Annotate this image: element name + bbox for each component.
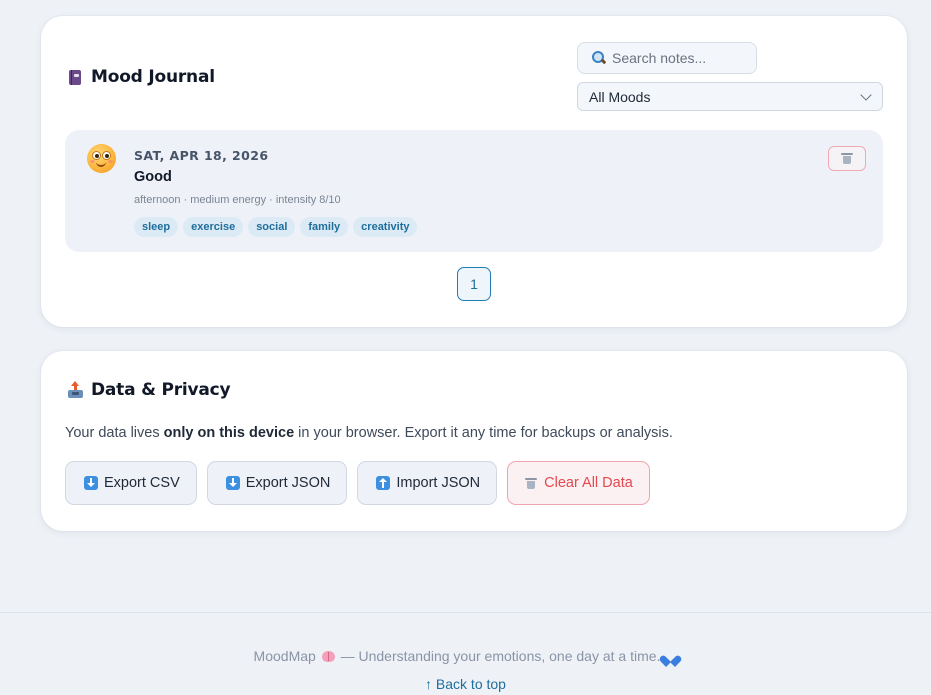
journal-title: Mood Journal <box>67 67 215 87</box>
privacy-text-end: in your browser. Export it any time for … <box>294 425 673 441</box>
privacy-description: Your data lives only on this device in y… <box>65 425 673 441</box>
mood-filter-select[interactable]: All Moods <box>577 82 883 111</box>
down-arrow-icon <box>84 476 98 490</box>
tag-family: family <box>300 217 349 237</box>
journal-entry: SAT, APR 18, 2026 Good afternoon · mediu… <box>65 130 883 252</box>
footer-brand: MoodMap <box>253 648 316 664</box>
down-arrow-icon <box>225 476 240 490</box>
privacy-text-bold: only on this device <box>163 425 295 441</box>
privacy-text-start: Your data lives <box>65 425 164 441</box>
mood-journal-card: Mood Journal All Moods SAT, APR 18, 2026… <box>41 16 907 327</box>
notebook-icon <box>67 68 83 86</box>
search-icon <box>592 51 606 65</box>
search-input[interactable] <box>612 50 752 66</box>
blue-heart-icon <box>664 651 677 662</box>
brain-icon <box>321 651 335 662</box>
trash-icon <box>841 153 853 164</box>
data-privacy-card: Data & Privacy Your data lives only on t… <box>41 351 907 531</box>
footer-divider <box>0 612 931 613</box>
up-arrow-icon <box>376 476 391 490</box>
delete-entry-button[interactable] <box>828 146 866 171</box>
pagination-page-1[interactable]: 1 <box>457 267 491 301</box>
entry-mood: Good <box>134 169 172 185</box>
clear-all-data-button[interactable]: Clear All Data <box>507 461 650 505</box>
privacy-title-text: Data & Privacy <box>91 380 231 400</box>
entry-date: SAT, APR 18, 2026 <box>134 148 269 163</box>
entry-meta: afternoon · medium energy · intensity 8/… <box>134 194 341 206</box>
tag-creativity: creativity <box>353 217 418 237</box>
export-csv-button[interactable]: Export CSV <box>65 461 197 505</box>
smiling-face-icon <box>87 144 116 173</box>
footer-tagline: MoodMap — Understanding your emotions, o… <box>0 648 931 664</box>
search-notes[interactable] <box>577 42 757 74</box>
tag-sleep: sleep <box>134 217 179 237</box>
export-json-label: Export JSON <box>245 475 331 491</box>
tag-exercise: exercise <box>183 217 244 237</box>
export-json-button[interactable]: Export JSON <box>206 461 348 505</box>
outbox-tray-icon <box>67 381 83 399</box>
journal-title-text: Mood Journal <box>91 67 215 87</box>
import-json-button[interactable]: Import JSON <box>357 461 498 505</box>
import-json-label: Import JSON <box>396 475 481 491</box>
privacy-title: Data & Privacy <box>67 380 231 400</box>
back-to-top-link[interactable]: ↑ Back to top <box>0 676 931 692</box>
mood-filter-value: All Moods <box>589 88 651 105</box>
footer-tagline-text: — Understanding your emotions, one day a… <box>340 648 661 664</box>
clear-all-label: Clear All Data <box>544 475 633 491</box>
export-csv-label: Export CSV <box>104 475 180 491</box>
chevron-down-icon <box>860 88 872 101</box>
trash-icon <box>525 477 538 489</box>
tag-social: social <box>248 217 296 237</box>
entry-tags: sleep exercise social family creativity <box>134 217 418 237</box>
data-actions: Export CSV Export JSON Import JSON Clear… <box>65 461 650 505</box>
